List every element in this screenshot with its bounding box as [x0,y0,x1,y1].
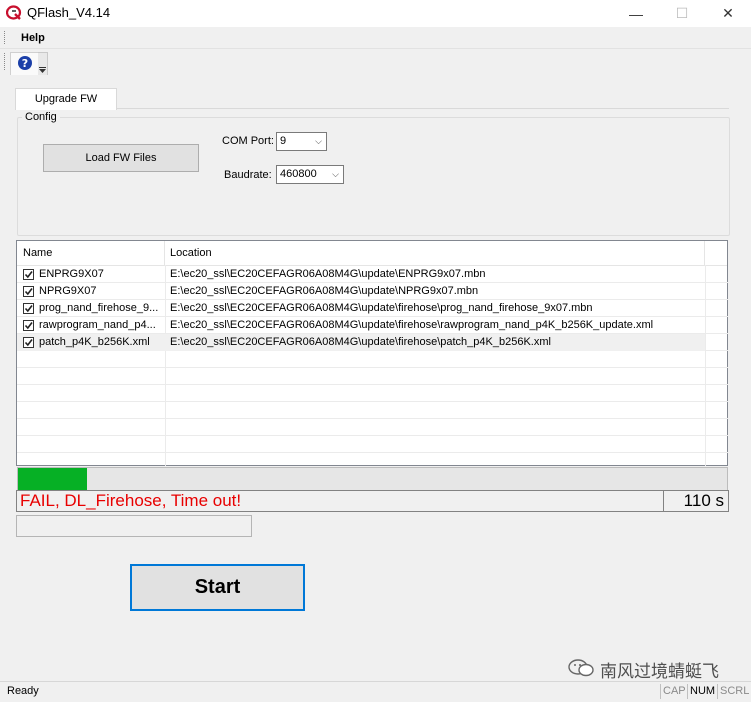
svg-text:?: ? [22,57,28,70]
row-name: NPRG9X07 [39,285,97,297]
start-button[interactable]: Start [130,564,305,611]
status-message: FAIL, DL_Firehose, Time out! [20,491,242,510]
config-group-label: Config [22,111,60,123]
secondary-status-box [16,515,252,537]
com-port-label: COM Port: [222,135,274,147]
row-location: E:\ec20_ssl\EC20CEFAGR06A08M4G\update\fi… [170,302,593,314]
row-checkbox[interactable] [23,320,34,331]
status-bar [0,681,751,702]
minimize-button[interactable]: — [613,0,659,27]
indicator-scrl: SCRL [717,684,751,699]
row-name: rawprogram_nand_p4... [39,319,156,331]
watermark-text: 南风过境蜻蜓飞 [600,662,719,681]
grid-line [17,384,728,385]
chevron-down-icon: ⌵ [332,169,339,179]
wechat-icon [567,658,595,678]
row-name: patch_p4K_b256K.xml [39,336,150,348]
indicator-cap: CAP [660,684,688,699]
toolbar [0,49,751,75]
column-separator [704,241,705,265]
grid-line [17,435,728,436]
grid-line [17,401,728,402]
grid-line [17,452,728,453]
row-location: E:\ec20_ssl\EC20CEFAGR06A08M4G\update\fi… [170,319,654,331]
baudrate-value: 460800 [280,168,317,180]
download-progress-bar [17,467,728,491]
row-location: E:\ec20_ssl\EC20CEFAGR06A08M4G\update\fi… [170,336,551,348]
grid-line [17,367,728,368]
chevron-down-icon: ⌵ [315,136,322,146]
window-title: QFlash_V4.14 [27,5,111,20]
tab-upgrade-fw[interactable]: Upgrade FW [15,88,117,110]
com-port-select[interactable]: 9 ⌵ [276,132,327,151]
menu-help[interactable]: Help [18,30,48,46]
maximize-button[interactable]: ☐ [659,0,705,27]
app-logo-icon [5,5,22,21]
load-fw-files-button[interactable]: Load FW Files [43,144,199,172]
baudrate-select[interactable]: 460800 ⌵ [276,165,344,184]
elapsed-time: 110 s [683,491,724,510]
toolbar-grip [4,53,7,70]
menu-bar [0,27,751,49]
close-button[interactable]: ✕ [705,0,751,27]
help-icon: ? [17,55,33,74]
column-header-location[interactable]: Location [164,241,704,265]
progress-fill [18,468,87,490]
row-name: ENPRG9X07 [39,268,104,280]
column-header-name[interactable]: Name [17,241,164,265]
row-location: E:\ec20_ssl\EC20CEFAGR06A08M4G\update\EN… [170,268,486,280]
row-checkbox[interactable] [23,337,34,348]
row-checkbox[interactable] [23,286,34,297]
config-group [17,117,730,236]
com-port-value: 9 [280,135,287,147]
indicator-num: NUM [687,684,717,699]
baudrate-label: Baudrate: [224,169,272,181]
grid-line [17,418,728,419]
status-bar-text: Ready [7,685,39,697]
row-name: prog_nand_firehose_9... [39,302,159,314]
toolbar-overflow-button[interactable] [38,52,48,76]
row-checkbox[interactable] [23,303,34,314]
row-checkbox[interactable] [23,269,34,280]
menu-grip [4,31,7,44]
row-location: E:\ec20_ssl\EC20CEFAGR06A08M4G\update\NP… [170,285,479,297]
